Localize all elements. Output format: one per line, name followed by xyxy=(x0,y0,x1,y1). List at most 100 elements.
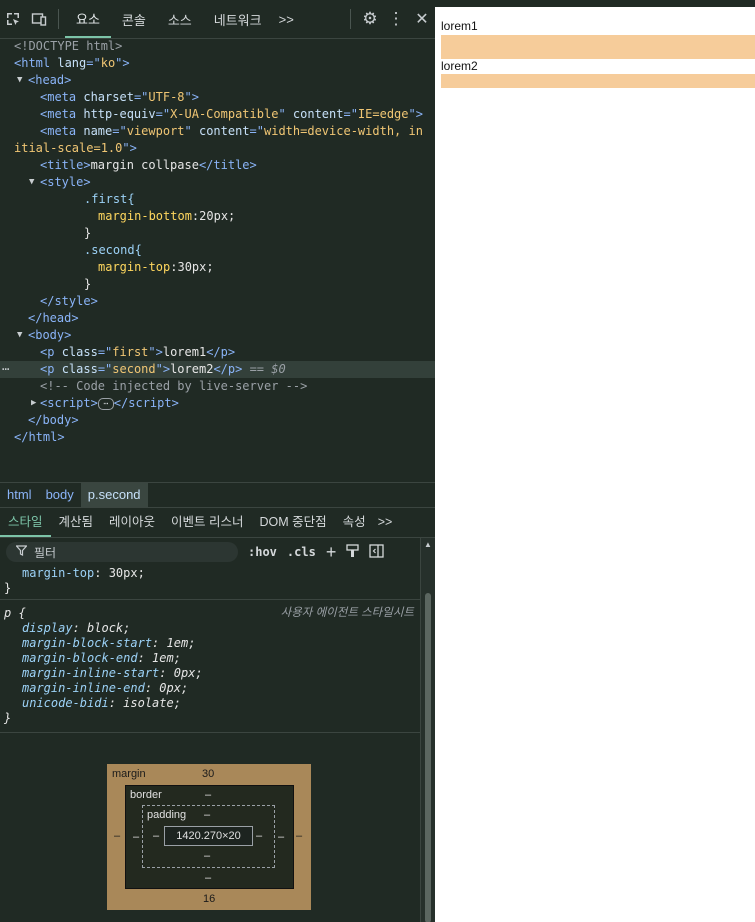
new-style-rule-icon[interactable]: + xyxy=(326,542,337,563)
dom-line-p-first[interactable]: <p class="first">lorem1</p> xyxy=(0,344,435,361)
dom-line-body[interactable]: ▼ <body> xyxy=(0,327,435,344)
ua-stylesheet-label: 사용자 에이전트 스타일시트 xyxy=(280,607,414,619)
dom-line-html-close[interactable]: </html> xyxy=(0,429,435,446)
border-label: border xyxy=(130,789,162,801)
expand-triangle-icon[interactable]: ▼ xyxy=(17,327,22,344)
border-right-value[interactable]: – xyxy=(278,831,284,843)
device-toolbar-icon[interactable] xyxy=(26,0,52,38)
dom-line-style-close[interactable]: </style> xyxy=(0,293,435,310)
tab-dom-breakpoints[interactable]: DOM 중단점 xyxy=(252,507,335,537)
css-second-selector-text: .second{ xyxy=(84,243,142,257)
dom-line-html[interactable]: <html lang="ko"> xyxy=(0,55,435,72)
ua-prop-row[interactable]: margin-inline-start: 0px; xyxy=(0,666,420,681)
tab-styles[interactable]: 스타일 xyxy=(0,507,51,537)
margin-left-value[interactable]: – xyxy=(114,830,120,842)
tab-computed[interactable]: 계산됨 xyxy=(51,507,102,537)
ua-prop-row[interactable]: margin-block-end: 1em; xyxy=(0,651,420,666)
css-second-declaration[interactable]: margin-top:30px; xyxy=(0,259,435,276)
toggle-sidebar-icon[interactable] xyxy=(369,543,384,561)
devtools-panel: 요소 콘솔 소스 네트워크 >> ⚙ ⋮ ✕ <!DOCTYPE html> <… xyxy=(0,0,435,922)
ua-prop-value: 1em xyxy=(152,651,174,665)
dom-line-p-second-selected[interactable]: ⋯ <p class="second">lorem2</p> == $0 xyxy=(0,361,435,378)
border-left-value[interactable]: – xyxy=(133,831,139,843)
tab-layout[interactable]: 레이아웃 xyxy=(101,507,163,537)
p-second-text: lorem2 xyxy=(170,362,214,376)
paint-brush-icon[interactable] xyxy=(346,543,359,561)
tab-console[interactable]: 콘솔 xyxy=(111,0,157,38)
collapsed-ellipsis-icon[interactable]: ⋯ xyxy=(97,397,114,410)
p-first-class: first xyxy=(112,345,149,359)
ua-prop-row[interactable]: unicode-bidi: isolate; xyxy=(0,696,420,711)
styles-scrollbar[interactable]: ▲ xyxy=(420,538,435,922)
border-top-value[interactable]: – xyxy=(205,789,211,801)
margin-bottom-value[interactable]: 16 xyxy=(203,893,215,905)
ua-prop-value: 1em xyxy=(166,636,189,650)
expand-triangle-icon[interactable]: ▼ xyxy=(29,174,34,191)
more-subtabs-button[interactable]: >> xyxy=(374,507,397,537)
hov-button[interactable]: :hov xyxy=(248,545,277,559)
toolbar-divider xyxy=(58,9,59,29)
dom-line-meta-viewport-wrap[interactable]: itial-scale=1.0"> xyxy=(0,140,435,157)
dom-line-meta-viewport[interactable]: <meta name="viewport" content="width=dev… xyxy=(0,123,435,140)
more-menu-icon[interactable]: ⋮ xyxy=(383,0,409,38)
dom-line-meta-charset[interactable]: <meta charset="UTF-8"> xyxy=(0,89,435,106)
cls-button[interactable]: .cls xyxy=(287,545,316,559)
padding-right-value[interactable]: – xyxy=(256,830,262,842)
tab-sources[interactable]: 소스 xyxy=(157,0,203,38)
meta-viewport-content-value: width=device-width, in xyxy=(264,124,423,138)
dom-line-head-close[interactable]: </head> xyxy=(0,310,435,327)
ua-rule-header[interactable]: p {사용자 에이전트 스타일시트 xyxy=(0,606,420,621)
padding-box: padding – – – – 1420.270×20 xyxy=(142,805,275,868)
expand-triangle-icon[interactable]: ▼ xyxy=(17,72,22,89)
scroll-up-icon[interactable]: ▲ xyxy=(424,540,432,549)
tab-elements[interactable]: 요소 xyxy=(65,0,111,38)
ua-prop-name: display xyxy=(22,621,73,635)
dom-line-script[interactable]: ▶ <script> ⋯ </script> xyxy=(0,395,435,412)
dom-line-head[interactable]: ▼ <head> xyxy=(0,72,435,89)
tab-properties[interactable]: 속성 xyxy=(335,507,374,537)
dom-line-doctype[interactable]: <!DOCTYPE html> xyxy=(0,38,435,55)
p-first-text: lorem1 xyxy=(162,345,207,359)
padding-bottom-value[interactable]: – xyxy=(204,850,210,862)
more-options-icon[interactable]: ⋯ xyxy=(2,361,9,378)
content-size[interactable]: 1420.270×20 xyxy=(164,826,253,846)
breadcrumb-p-second[interactable]: p.second xyxy=(80,483,148,507)
breadcrumb: html body p.second xyxy=(0,482,435,508)
page-preview: lorem1 lorem2 xyxy=(435,0,755,922)
breadcrumb-body[interactable]: body xyxy=(39,483,81,507)
ua-prop-row[interactable]: margin-block-start: 1em; xyxy=(0,636,420,651)
padding-top-value[interactable]: – xyxy=(204,809,210,821)
more-tabs-button[interactable]: >> xyxy=(273,0,300,38)
devtools-toolbar: 요소 콘솔 소스 네트워크 >> ⚙ ⋮ ✕ xyxy=(0,0,435,39)
margin-right-value[interactable]: – xyxy=(296,830,302,842)
border-bottom-value[interactable]: – xyxy=(205,872,211,884)
prev-rule-declaration[interactable]: margin-top: 30px; xyxy=(0,566,420,581)
scrollbar-thumb[interactable] xyxy=(425,593,431,922)
ua-prop-value: 0px xyxy=(159,681,181,695)
close-icon[interactable]: ✕ xyxy=(409,0,435,38)
dom-line-title[interactable]: <title>margin collpase</title> xyxy=(0,157,435,174)
dom-line-meta-http[interactable]: <meta http-equiv="X-UA-Compatible" conte… xyxy=(0,106,435,123)
tab-network[interactable]: 네트워크 xyxy=(203,0,273,38)
html-lang-value: ko xyxy=(100,56,116,70)
ua-prop-name: margin-inline-start xyxy=(22,666,160,680)
inspect-element-icon[interactable] xyxy=(0,0,26,38)
dom-line-body-close[interactable]: </body> xyxy=(0,412,435,429)
dom-line-style[interactable]: ▼ <style> xyxy=(0,174,435,191)
filter-input[interactable]: 필터 xyxy=(6,542,238,562)
dom-line-comment[interactable]: <!-- Code injected by live-server --> xyxy=(0,378,435,395)
css-first-declaration[interactable]: margin-bottom:20px; xyxy=(0,208,435,225)
meta-http-content-value: IE=edge xyxy=(357,107,409,121)
tab-event-listeners[interactable]: 이벤트 리스너 xyxy=(163,507,251,537)
padding-left-value[interactable]: – xyxy=(153,830,159,842)
css-second-selector[interactable]: .second{ xyxy=(0,242,435,259)
settings-gear-icon[interactable]: ⚙ xyxy=(357,0,383,38)
expand-triangle-right-icon[interactable]: ▶ xyxy=(31,395,36,412)
ua-prop-row[interactable]: margin-inline-end: 0px; xyxy=(0,681,420,696)
css-first-selector-text: .first{ xyxy=(84,192,135,206)
ua-prop-row[interactable]: display: block; xyxy=(0,621,420,636)
p-second-class: second xyxy=(112,362,156,376)
css-first-selector[interactable]: .first{ xyxy=(0,191,435,208)
margin-top-value[interactable]: 30 xyxy=(202,768,214,780)
breadcrumb-html[interactable]: html xyxy=(0,483,39,507)
